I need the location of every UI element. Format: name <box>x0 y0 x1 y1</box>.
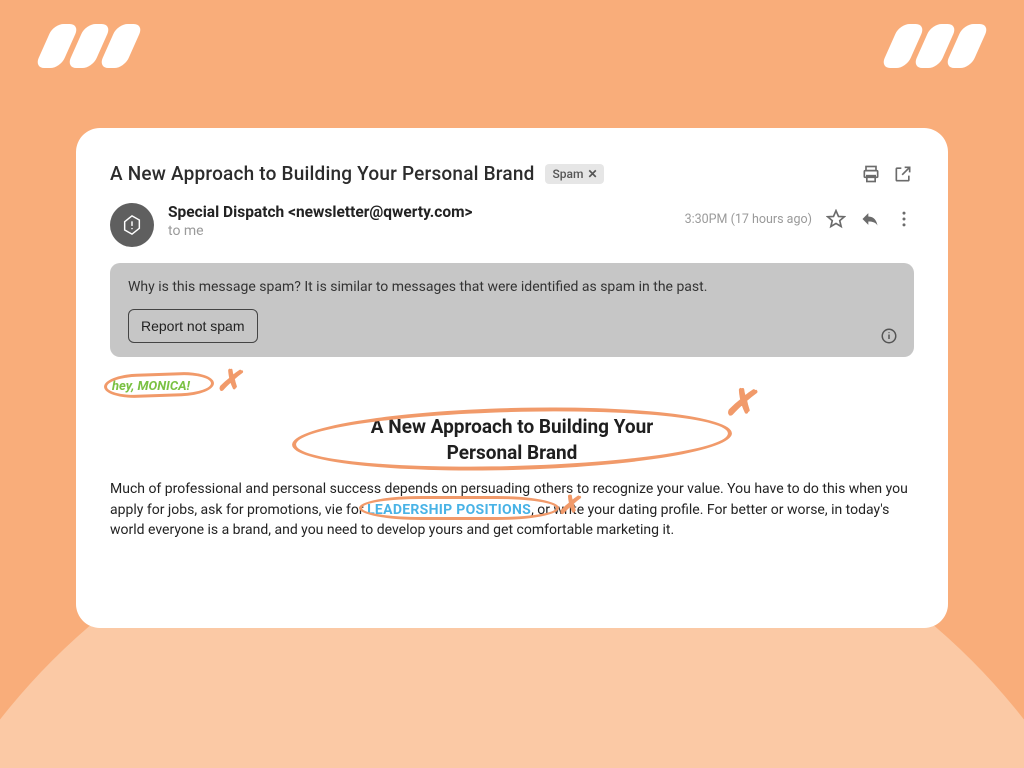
sender-name: Special Dispatch <newsletter@qwerty.com> <box>168 203 473 221</box>
info-icon[interactable] <box>880 327 898 345</box>
annotation-x-icon <box>723 381 764 427</box>
subject-row: A New Approach to Building Your Personal… <box>110 162 914 185</box>
spam-banner-text: Why is this message spam? It is similar … <box>128 279 896 295</box>
title-line-2: Personal Brand <box>447 441 578 464</box>
open-external-icon[interactable] <box>892 163 914 185</box>
print-icon[interactable] <box>860 163 882 185</box>
email-title: A New Approach to Building Your Personal… <box>302 414 722 465</box>
timestamp: 3:30PM (17 hours ago) <box>685 212 812 227</box>
sender-row: Special Dispatch <newsletter@qwerty.com>… <box>110 203 914 247</box>
spam-label-text: Spam <box>553 167 584 181</box>
corner-slashes-left <box>44 24 134 68</box>
star-icon[interactable] <box>826 209 846 229</box>
email-body: hey, MONICA! A New Approach to Building … <box>110 375 914 540</box>
title-line-1: A New Approach to Building Your <box>371 415 653 438</box>
close-icon[interactable]: ✕ <box>587 167 597 181</box>
greeting-text: hey, MONICA! <box>110 377 192 396</box>
corner-slashes-right <box>890 24 980 68</box>
annotation-circle <box>291 402 732 475</box>
to-line: to me <box>168 223 473 239</box>
reply-icon[interactable] <box>860 209 880 229</box>
meta-row: 3:30PM (17 hours ago) <box>685 203 914 229</box>
more-vertical-icon[interactable] <box>894 209 914 229</box>
leadership-link[interactable]: LEADERSHIP POSITIONS <box>367 502 531 518</box>
spam-banner: Why is this message spam? It is similar … <box>110 263 914 357</box>
email-subject: A New Approach to Building Your Personal… <box>110 162 535 185</box>
avatar <box>110 203 154 247</box>
sender-info: Special Dispatch <newsletter@qwerty.com>… <box>168 203 473 239</box>
spam-label-chip[interactable]: Spam ✕ <box>545 164 604 184</box>
annotation-x-icon <box>215 363 248 400</box>
email-card: A New Approach to Building Your Personal… <box>76 128 948 628</box>
email-paragraph: Much of professional and personal succes… <box>110 479 914 540</box>
hexagon-warning-icon <box>121 214 143 236</box>
greeting-wrap: hey, MONICA! <box>110 375 192 396</box>
report-not-spam-button[interactable]: Report not spam <box>128 309 258 343</box>
